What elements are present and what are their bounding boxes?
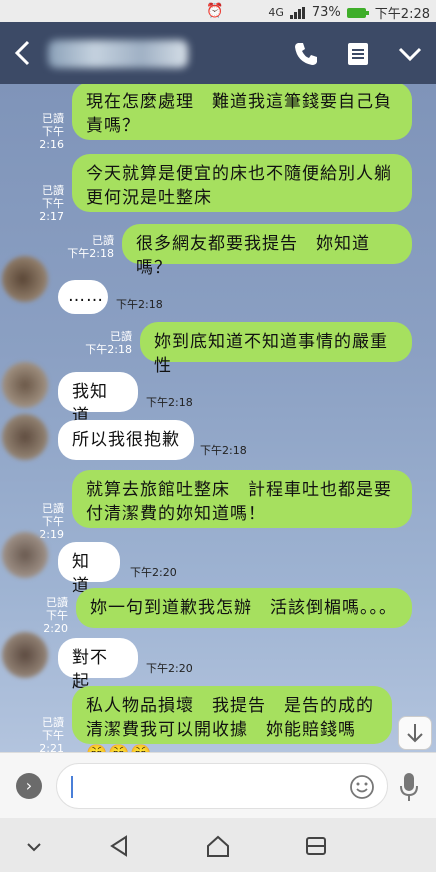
battery-percent: 73% bbox=[311, 5, 341, 20]
message-bubble[interactable]: 妳一句到道歉我怎辦 活該倒楣嗎。。。 bbox=[76, 588, 412, 628]
message-meta: 已讀 下午2:16 bbox=[39, 112, 64, 151]
chevron-down-icon[interactable] bbox=[396, 40, 424, 68]
scroll-to-bottom-button[interactable] bbox=[398, 716, 432, 750]
emoji-icon[interactable] bbox=[349, 774, 375, 800]
avatar[interactable] bbox=[2, 414, 48, 460]
battery-icon bbox=[346, 7, 369, 18]
clock: 下午2:28 bbox=[374, 7, 430, 22]
microphone-icon[interactable] bbox=[398, 771, 420, 803]
message-meta: 已讀 下午2:21 bbox=[39, 716, 64, 752]
status-bar: ⏰ 4G 73% 下午2:28 bbox=[0, 0, 436, 22]
message-bubble[interactable]: 現在怎麼處理 難道我這筆錢要自己負責嗎？ bbox=[72, 84, 412, 140]
message-bubble[interactable]: 我知道 bbox=[58, 372, 138, 426]
message-time: 下午2:20 bbox=[146, 662, 193, 675]
message-composer: › bbox=[0, 752, 436, 819]
message-bubble[interactable]: 妳到底知道不知道事情的嚴重性 bbox=[140, 322, 412, 376]
signal-icon bbox=[289, 6, 305, 19]
network-label: 4G bbox=[268, 6, 284, 19]
message-input[interactable] bbox=[56, 763, 388, 809]
arrow-down-icon bbox=[407, 724, 423, 743]
message-meta: 已讀 下午2:17 bbox=[39, 184, 64, 223]
message-time: 下午2:20 bbox=[130, 566, 177, 579]
system-navigation-bar bbox=[0, 818, 436, 872]
message-meta: 已讀 下午2:18 bbox=[67, 234, 114, 260]
chat-header bbox=[0, 22, 436, 84]
back-triangle-icon[interactable] bbox=[106, 832, 134, 860]
message-bubble[interactable]: 對不起 bbox=[58, 638, 138, 692]
chat-history[interactable]: 已讀 下午2:16 現在怎麼處理 難道我這筆錢要自己負責嗎？ 已讀 下午2:17 今… bbox=[0, 84, 436, 752]
avatar[interactable] bbox=[2, 532, 48, 578]
message-bubble[interactable]: 所以我很抱歉 bbox=[58, 420, 194, 460]
hide-keyboard-icon[interactable] bbox=[20, 832, 48, 860]
avatar[interactable] bbox=[2, 632, 48, 678]
message-bubble[interactable]: 就算去旅館吐整床 計程車吐也都是要付清潔費的妳知道嗎！ bbox=[72, 470, 412, 528]
message-bubble[interactable]: …… bbox=[58, 280, 108, 314]
avatar[interactable] bbox=[2, 362, 48, 408]
recent-apps-icon[interactable] bbox=[302, 832, 330, 860]
contact-name-blurred[interactable] bbox=[48, 40, 188, 68]
chevron-left-icon bbox=[14, 40, 30, 66]
home-icon[interactable] bbox=[204, 832, 232, 860]
message-bubble[interactable]: 知道 bbox=[58, 542, 120, 596]
text-caret bbox=[71, 776, 73, 798]
avatar[interactable] bbox=[2, 256, 48, 302]
back-button[interactable] bbox=[12, 38, 32, 74]
message-bubble[interactable]: 私人物品損壞 我提告 是告的成的 清潔費我可以開收據 妳能賠錢嗎😤😤😤 bbox=[72, 686, 392, 752]
chevron-right-icon: › bbox=[25, 776, 33, 795]
notes-icon[interactable] bbox=[344, 40, 372, 68]
message-meta: 已讀 下午2:20 bbox=[43, 596, 68, 635]
message-meta: 已讀 下午2:18 bbox=[85, 330, 132, 356]
phone-icon[interactable] bbox=[292, 40, 320, 68]
alarm-icon: ⏰ bbox=[206, 3, 224, 19]
message-bubble[interactable]: 很多網友都要我提告 妳知道嗎？ bbox=[122, 224, 412, 278]
message-bubble[interactable]: 今天就算是便宜的床也不隨便給別人躺 更何況是吐整床 bbox=[72, 154, 412, 212]
message-time: 下午2:18 bbox=[200, 444, 247, 457]
message-time: 下午2:18 bbox=[116, 298, 163, 311]
expand-menu-button[interactable]: › bbox=[16, 773, 42, 799]
message-time: 下午2:18 bbox=[146, 396, 193, 409]
